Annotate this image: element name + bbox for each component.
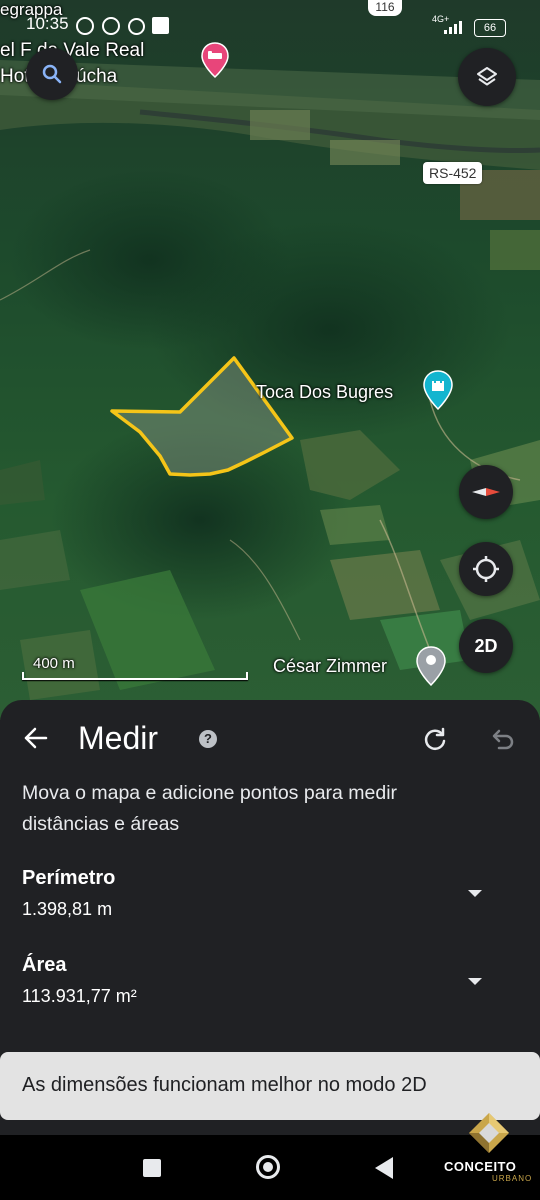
status-bar: 10:35 <box>26 14 69 42</box>
area-value: 113.931,77 m² <box>22 986 137 1006</box>
search-icon <box>42 64 62 84</box>
castle-pin-icon[interactable] <box>423 370 453 411</box>
hotel-pin-icon[interactable] <box>201 42 229 79</box>
watermark-logo: CONCEITO URBANO <box>444 1111 534 1197</box>
status-alarm-icon <box>76 17 94 35</box>
perimeter-label: Perímetro <box>22 867 116 889</box>
redo-button[interactable] <box>422 726 448 752</box>
signal-icon <box>444 20 466 34</box>
view-2d-button[interactable]: 2D <box>459 619 513 673</box>
layers-icon <box>477 67 497 86</box>
instructions-text: Mova o mapa e adicione pontos para medir… <box>22 782 398 835</box>
road-label-text: RS-452 <box>429 165 477 181</box>
undo-icon <box>492 729 514 750</box>
redo-icon <box>424 727 446 750</box>
system-nav-bar: CONCEITO URBANO <box>0 1113 540 1200</box>
mode-hint-toast: As dimensões funcionam melhor no modo 2D <box>0 1052 540 1120</box>
watermark-sub: URBANO <box>492 1174 533 1183</box>
scale-label: 400 m <box>33 655 75 672</box>
search-button[interactable] <box>26 48 78 100</box>
status-dnd-icon <box>128 18 145 35</box>
arrow-left-icon <box>24 727 48 749</box>
battery-icon: 66 <box>474 19 506 37</box>
area-expand-icon[interactable] <box>468 978 482 985</box>
layers-button[interactable] <box>458 48 516 106</box>
battery-level: 66 <box>483 22 497 34</box>
road-label-rs452: RS-452 <box>423 162 483 184</box>
my-location-button[interactable] <box>459 542 513 596</box>
status-square-icon <box>152 17 169 34</box>
highway-shield: 116 <box>368 0 402 16</box>
scale-bar <box>22 672 248 680</box>
crosshair-icon <box>473 556 499 582</box>
undo-button[interactable] <box>489 726 515 752</box>
home-button[interactable] <box>256 1155 280 1179</box>
compass-icon <box>472 488 500 496</box>
back-button[interactable] <box>22 724 56 754</box>
view-2d-label: 2D <box>474 635 498 656</box>
watermark-brand: CONCEITO <box>444 1159 517 1174</box>
measured-area-polygon <box>110 356 294 477</box>
status-clock-icon <box>102 17 120 35</box>
toast-text: As dimensões funcionam melhor no modo 2D <box>22 1074 427 1096</box>
help-icon[interactable]: ? <box>199 730 217 748</box>
poi-label-toca-dos-bugres[interactable]: Toca Dos Bugres <box>256 382 393 403</box>
back-nav-button[interactable] <box>375 1157 393 1179</box>
area-label: Área <box>22 954 67 976</box>
perimeter-value: 1.398,81 m <box>22 899 113 919</box>
poi-label-cesar-zimmer[interactable]: César Zimmer <box>273 656 387 677</box>
status-time: 10:35 <box>26 14 69 33</box>
area-row[interactable]: Área 113.931,77 m² <box>0 948 540 1014</box>
highway-shield-number: 116 <box>375 0 395 14</box>
perimeter-row[interactable]: Perímetro 1.398,81 m <box>0 860 540 926</box>
satellite-map[interactable]: egrappa 116 10:35 4G+ 66 el F da Vale Re… <box>0 0 540 720</box>
perimeter-expand-icon[interactable] <box>468 890 482 897</box>
panel-title: Medir <box>78 720 159 756</box>
compass-button[interactable] <box>459 465 513 519</box>
location-pin-icon[interactable] <box>416 646 446 687</box>
diamond-logo-icon <box>469 1113 509 1153</box>
recents-button[interactable] <box>143 1159 161 1177</box>
